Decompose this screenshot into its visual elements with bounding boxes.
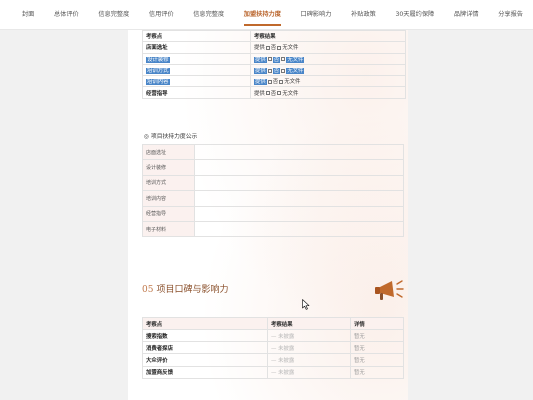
nav-tab-franchise-support[interactable]: 加盟扶持力度	[243, 0, 282, 30]
check-result: — 未披露	[267, 341, 351, 355]
section-number: 05	[142, 285, 154, 295]
disclosure-label: 店面选址	[142, 143, 195, 161]
checkbox-icon	[279, 79, 284, 84]
check-item: 搜索指数	[142, 328, 268, 343]
nav-tab-subsidy[interactable]: 补贴政策	[351, 0, 376, 30]
section-title-text: 项目口碑与影响力	[156, 285, 229, 295]
check-detail: 暂无	[350, 341, 404, 355]
checkbox-icon	[281, 68, 286, 73]
check-result: 提供否无文件	[250, 52, 406, 65]
megaphone-icon	[375, 280, 404, 300]
table-row: 设计装修	[142, 159, 404, 176]
disclosure-label: 培训内容	[142, 190, 195, 207]
support-check-table: 考察点 考察结果 店面选址 提供否无文件 设计装修 提供否无文件 培训方式 提供…	[142, 30, 406, 99]
reputation-table: 考察点 考察结果 详情 搜索指数 — 未披露 暂无 消费者探店 — 未披露 暂无…	[142, 317, 404, 379]
check-detail: 暂无	[350, 353, 404, 367]
check-item: 设计装修	[142, 52, 251, 65]
table-row: 培训方式 提供否无文件	[142, 63, 406, 77]
nav-tab-credit-rating[interactable]: 信用评价	[149, 0, 174, 30]
disclosure-value	[194, 174, 404, 192]
nav-tab-brand-details[interactable]: 品牌详情	[454, 0, 479, 30]
check-item: 经营指导	[142, 86, 251, 99]
table-row: 消费者探店 — 未披露 暂无	[142, 341, 404, 355]
check-result: 提供否无文件	[250, 86, 406, 99]
checkbox-icon	[277, 45, 282, 50]
column-header: 考察结果	[250, 30, 406, 43]
checkbox-icon	[267, 68, 272, 73]
disclosure-table: 店面选址 设计装修 培训方式 培训内容 经营指导 电子材料	[142, 143, 404, 238]
check-item: 培训内容	[142, 75, 251, 88]
table-row: 店面选址	[142, 143, 404, 161]
check-item: 店面选址	[142, 41, 251, 54]
nav-tab-info-completeness-2[interactable]: 信息完整度	[193, 0, 224, 30]
check-item: 加盟商反馈	[142, 365, 268, 379]
column-header: 考察点	[142, 317, 268, 330]
disclosure-value	[194, 205, 404, 222]
nav-tab-overall-rating[interactable]: 总体评价	[54, 0, 79, 30]
disclosure-label: 经营指导	[142, 205, 195, 222]
section-title: 05 项目口碑与影响力	[142, 282, 228, 295]
report-page: 考察点 考察结果 店面选址 提供否无文件 设计装修 提供否无文件 培训方式 提供…	[128, 30, 408, 400]
disclosure-value	[194, 190, 404, 207]
check-result: 提供否无文件	[250, 41, 406, 54]
checkbox-icon	[277, 91, 282, 96]
table-row: 搜索指数 — 未披露 暂无	[142, 328, 404, 343]
nav-tab-info-completeness[interactable]: 信息完整度	[98, 0, 129, 30]
checkbox-icon	[281, 57, 286, 62]
check-result: — 未披露	[267, 328, 351, 343]
disclosure-label: 设计装修	[142, 159, 195, 176]
table-row: 电子材料	[142, 220, 404, 238]
nav-tab-share-report[interactable]: 分享报告	[498, 0, 523, 30]
bullet-icon: ◎	[144, 134, 151, 140]
table-header-row: 考察点 考察结果	[142, 30, 406, 43]
table-header-row: 考察点 考察结果 详情	[142, 317, 404, 330]
check-detail: 暂无	[350, 365, 404, 379]
nav-tab-30day-guarantee[interactable]: 30天履约保障	[395, 0, 434, 30]
nav-tab-reputation[interactable]: 口碑影响力	[301, 0, 332, 30]
check-result: 提供否无文件	[250, 63, 406, 77]
check-result: — 未披露	[267, 353, 351, 367]
table-row: 培训内容 提供否无文件	[142, 75, 406, 88]
check-item: 大众评价	[142, 353, 268, 367]
check-item: 消费者探店	[142, 341, 268, 355]
check-result: 提供否无文件	[250, 75, 406, 88]
column-header: 详情	[350, 317, 404, 330]
table-row: 培训内容	[142, 190, 404, 207]
table-row: 培训方式	[142, 174, 404, 192]
nav-tab-cover[interactable]: 封面	[22, 0, 34, 30]
checkbox-icon	[267, 57, 272, 62]
table-row: 经营指导 提供否无文件	[142, 86, 406, 99]
checkbox-icon	[265, 91, 270, 96]
table-row: 加盟商反馈 — 未披露 暂无	[142, 365, 404, 379]
table-row: 设计装修 提供否无文件	[142, 52, 406, 65]
column-header: 考察结果	[267, 317, 351, 330]
top-nav: 封面 总体评价 信息完整度 信用评价 信息完整度 加盟扶持力度 口碑影响力 补贴…	[0, 0, 533, 30]
disclosure-value	[194, 143, 404, 161]
checkbox-icon	[267, 79, 272, 84]
check-result: — 未披露	[267, 365, 351, 379]
column-header: 考察点	[142, 30, 251, 43]
check-item: 培训方式	[142, 63, 251, 77]
check-detail: 暂无	[350, 328, 404, 343]
table-row: 大众评价 — 未披露 暂无	[142, 353, 404, 367]
disclosure-value	[194, 220, 404, 238]
disclosure-label: 电子材料	[142, 220, 195, 238]
mouse-cursor-icon	[302, 299, 310, 310]
table-row: 店面选址 提供否无文件	[142, 41, 406, 54]
checkbox-icon	[265, 45, 270, 50]
disclosure-heading: ◎ 项目扶持力度公示	[144, 134, 198, 140]
disclosure-label: 培训方式	[142, 174, 195, 192]
disclosure-value	[194, 159, 404, 176]
table-row: 经营指导	[142, 205, 404, 222]
